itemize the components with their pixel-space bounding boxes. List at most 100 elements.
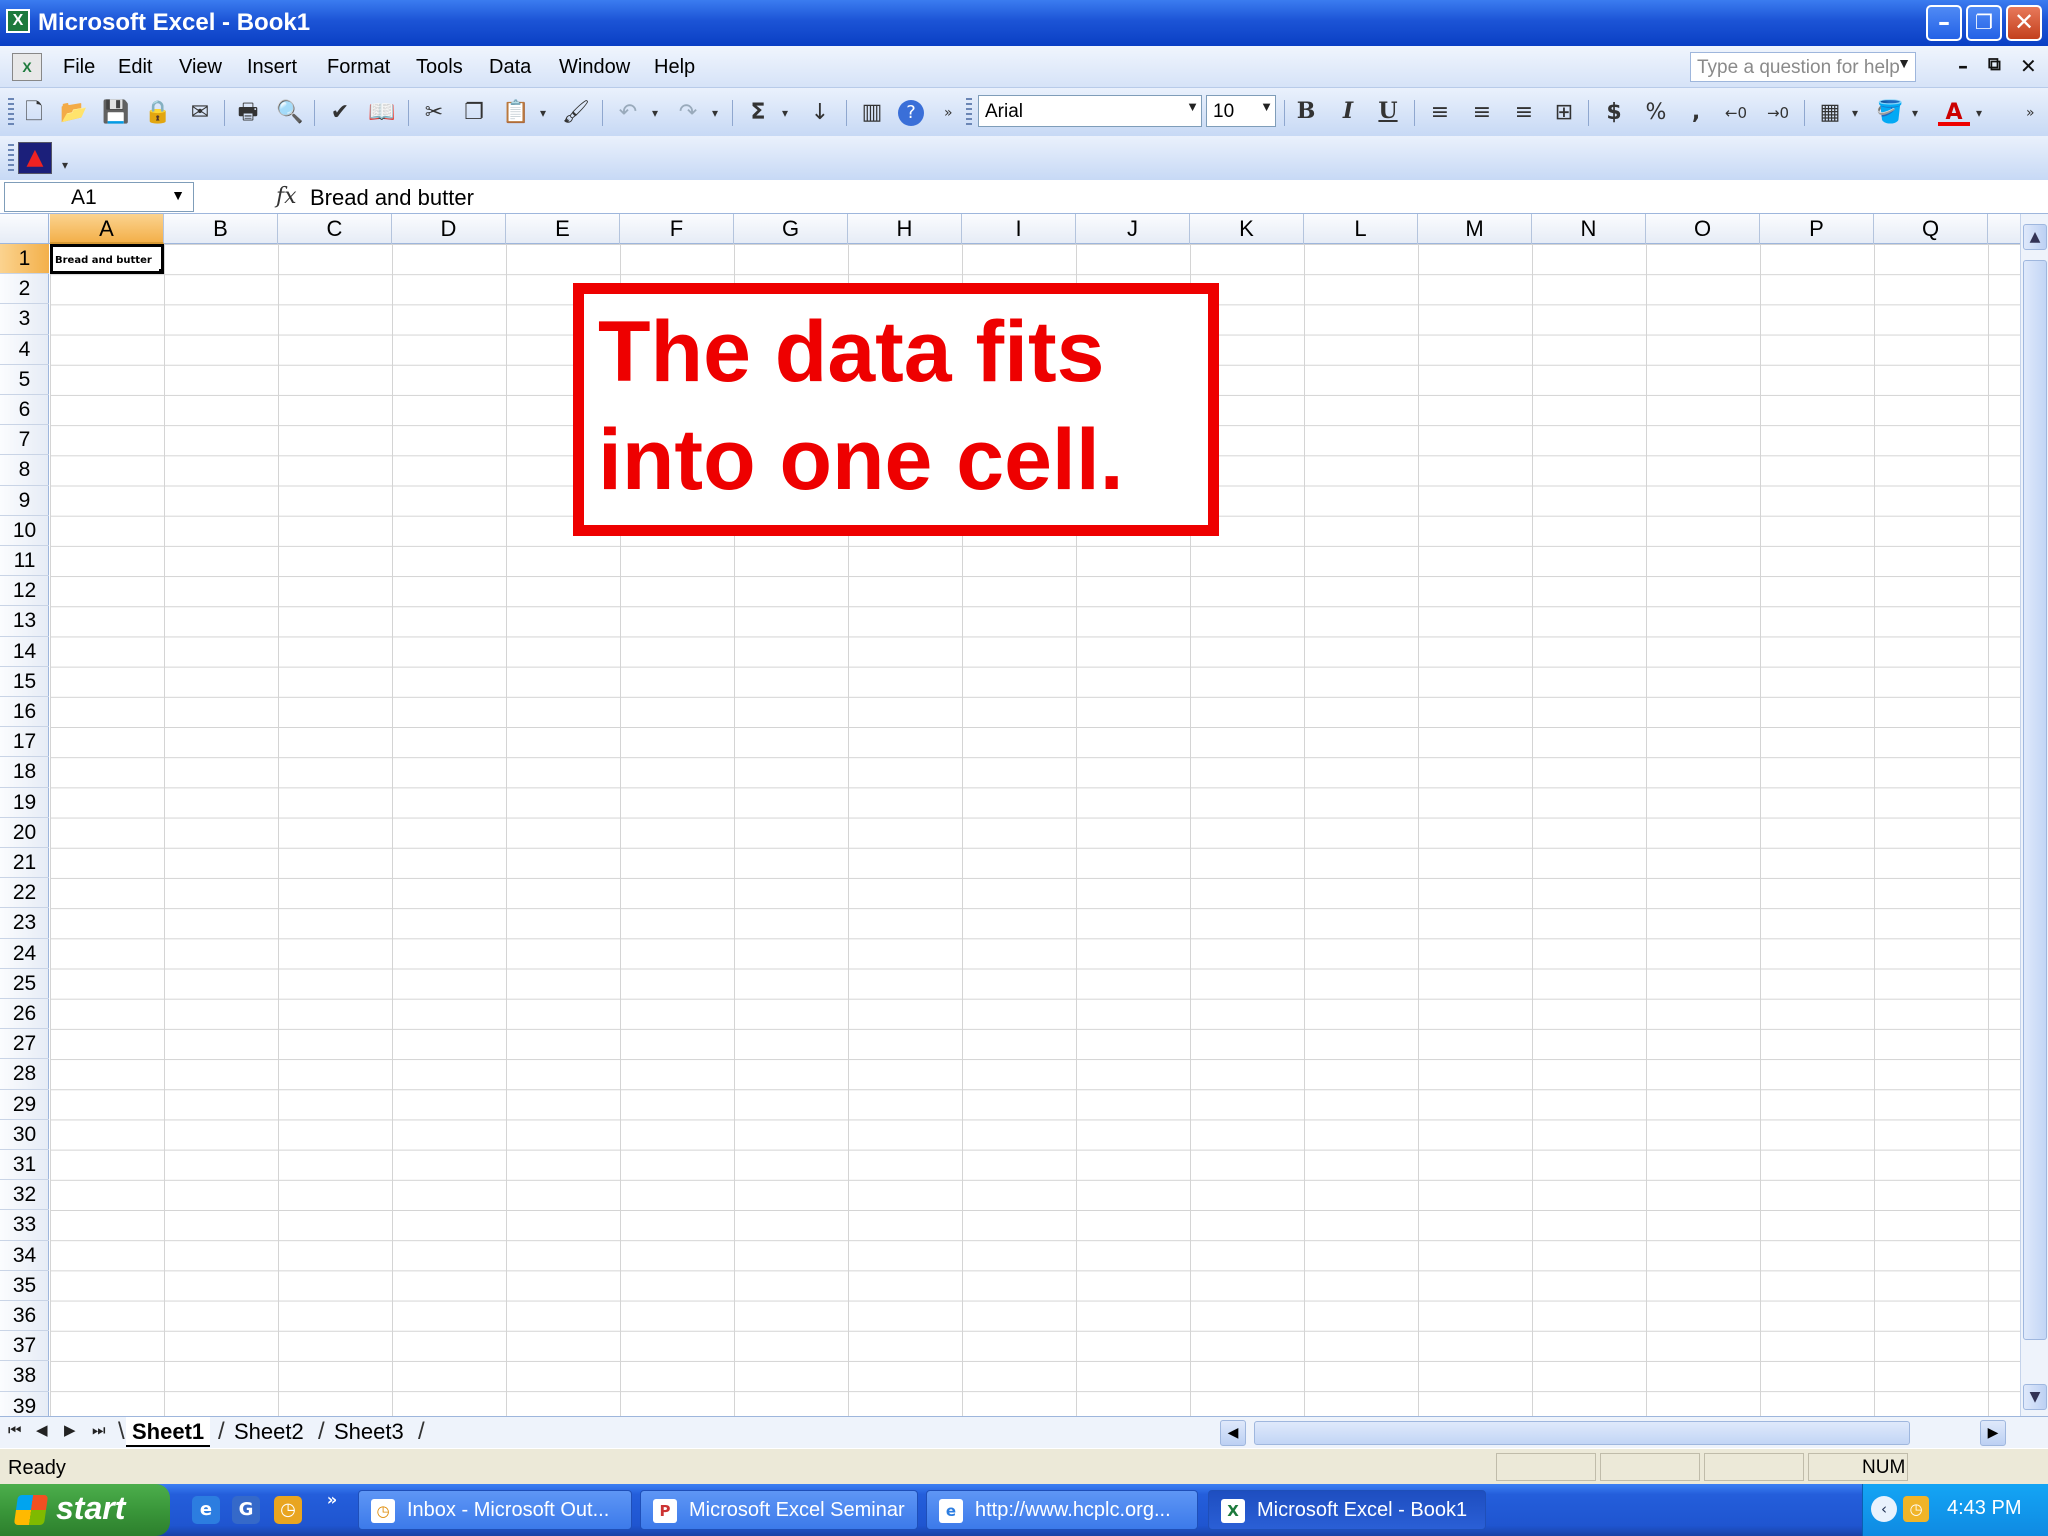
scroll-left-button[interactable]: ◀ <box>1220 1420 1246 1446</box>
column-header-j[interactable]: J <box>1076 214 1190 244</box>
scroll-up-button[interactable]: ▲ <box>2023 224 2047 250</box>
align-left-icon[interactable]: ≡ <box>1424 98 1456 128</box>
comma-style-icon[interactable]: , <box>1680 98 1712 128</box>
open-icon[interactable]: 📂 <box>58 98 90 128</box>
row-header-38[interactable]: 38 <box>0 1361 49 1392</box>
borders-icon[interactable]: ▦ <box>1814 98 1846 128</box>
save-icon[interactable]: 💾 <box>100 98 132 128</box>
doc-close-button[interactable]: ✕ <box>2020 54 2037 78</box>
vertical-scrollbar[interactable]: ▲ ▼ <box>2020 214 2048 1416</box>
undo-dropdown[interactable]: ▾ <box>652 98 658 128</box>
next-sheet-icon[interactable]: ▶ <box>64 1421 76 1439</box>
menu-format[interactable]: Format <box>327 56 390 79</box>
row-header-10[interactable]: 10 <box>0 516 49 546</box>
column-header-g[interactable]: G <box>734 214 848 244</box>
tab-sheet3[interactable]: Sheet3 <box>328 1417 410 1447</box>
toolbar-options-chevron-icon[interactable]: ▾ <box>62 150 68 180</box>
toolbar-grip[interactable] <box>8 144 14 174</box>
print-preview-icon[interactable]: 🔍 <box>274 98 306 128</box>
row-header-7[interactable]: 7 <box>0 425 49 456</box>
new-icon[interactable]: 🗋 <box>18 98 50 128</box>
column-header-l[interactable]: L <box>1304 214 1418 244</box>
row-header-13[interactable]: 13 <box>0 606 49 637</box>
cell-a1[interactable]: Bread and butter <box>50 244 164 274</box>
paste-icon[interactable]: 📋 <box>500 98 532 128</box>
increase-decimal-icon[interactable]: ←0 <box>1720 98 1752 128</box>
row-header-18[interactable]: 18 <box>0 757 49 788</box>
quicklaunch-app-icon[interactable]: G <box>232 1496 260 1524</box>
restore-button[interactable]: ❐ <box>1966 5 2002 41</box>
decrease-decimal-icon[interactable]: →0 <box>1762 98 1794 128</box>
row-header-30[interactable]: 30 <box>0 1120 49 1150</box>
redo-dropdown[interactable]: ▾ <box>712 98 718 128</box>
column-header-c[interactable]: C <box>278 214 392 244</box>
internet-explorer-icon[interactable]: e <box>192 1496 220 1524</box>
fill-handle[interactable] <box>159 269 161 271</box>
column-header-m[interactable]: M <box>1418 214 1532 244</box>
toolbar-grip[interactable] <box>8 98 14 128</box>
font-size-select[interactable]: 10 ▼ <box>1206 95 1276 127</box>
doc-minimize-button[interactable]: – <box>1958 54 1968 78</box>
autosum-dropdown[interactable]: ▾ <box>782 98 788 128</box>
toolbar-options-chevron-icon[interactable]: » <box>2026 98 2035 128</box>
select-all-corner[interactable] <box>0 214 49 244</box>
row-header-8[interactable]: 8 <box>0 455 49 486</box>
row-header-20[interactable]: 20 <box>0 818 49 848</box>
formula-input[interactable]: Bread and butter <box>310 185 474 211</box>
row-header-31[interactable]: 31 <box>0 1150 49 1181</box>
font-color-dropdown[interactable]: ▾ <box>1976 98 1982 128</box>
menu-file[interactable]: File <box>63 56 95 79</box>
first-sheet-icon[interactable]: ⏮ <box>8 1421 22 1439</box>
font-name-select[interactable]: Arial ▼ <box>978 95 1202 127</box>
bold-button[interactable]: B <box>1290 98 1322 128</box>
task-excel-book1[interactable]: X Microsoft Excel - Book1 <box>1208 1490 1486 1530</box>
format-painter-icon[interactable]: 🖌 <box>560 98 592 128</box>
row-header-29[interactable]: 29 <box>0 1090 49 1120</box>
task-powerpoint-seminar[interactable]: P Microsoft Excel Seminar <box>640 1490 918 1530</box>
row-header-39[interactable]: 39 <box>0 1392 49 1416</box>
row-header-16[interactable]: 16 <box>0 697 49 728</box>
workbook-control-icon[interactable]: X <box>12 53 42 81</box>
italic-button[interactable]: I <box>1332 98 1364 128</box>
addin-icon[interactable]: ▲ <box>18 142 52 174</box>
menu-window[interactable]: Window <box>559 56 630 79</box>
chevron-down-icon[interactable]: ▼ <box>1260 99 1273 114</box>
row-header-1[interactable]: 1 <box>0 244 49 275</box>
row-header-12[interactable]: 12 <box>0 576 49 607</box>
sort-ascending-icon[interactable]: ↓ <box>804 98 836 128</box>
row-header-24[interactable]: 24 <box>0 939 49 969</box>
row-header-28[interactable]: 28 <box>0 1059 49 1090</box>
menu-view[interactable]: View <box>179 56 222 79</box>
vertical-scroll-thumb[interactable] <box>2023 260 2047 1340</box>
row-header-14[interactable]: 14 <box>0 637 49 667</box>
row-header-34[interactable]: 34 <box>0 1241 49 1271</box>
redo-icon[interactable]: ↷ <box>672 98 704 128</box>
help-icon[interactable]: ? <box>898 100 924 126</box>
row-header-4[interactable]: 4 <box>0 335 49 365</box>
row-header-5[interactable]: 5 <box>0 365 49 395</box>
column-header-f[interactable]: F <box>620 214 734 244</box>
row-header-11[interactable]: 11 <box>0 546 49 577</box>
clock[interactable]: 4:43 PM <box>1947 1497 2021 1520</box>
minimize-button[interactable]: – <box>1926 5 1962 41</box>
chart-wizard-icon[interactable]: ▥ <box>856 98 888 128</box>
horizontal-scroll-thumb[interactable] <box>1254 1421 1910 1445</box>
column-header-h[interactable]: H <box>848 214 962 244</box>
row-header-21[interactable]: 21 <box>0 848 49 879</box>
autosum-icon[interactable]: Σ <box>742 98 774 128</box>
row-header-22[interactable]: 22 <box>0 878 49 909</box>
percent-icon[interactable]: % <box>1640 98 1672 128</box>
fill-color-icon[interactable]: 🪣 <box>1874 98 1906 128</box>
outlook-tray-icon[interactable]: ◷ <box>1903 1496 1929 1522</box>
research-icon[interactable]: 📖 <box>366 98 398 128</box>
menu-edit[interactable]: Edit <box>118 56 152 79</box>
row-header-35[interactable]: 35 <box>0 1271 49 1301</box>
scroll-down-button[interactable]: ▼ <box>2023 1384 2047 1410</box>
column-header-e[interactable]: E <box>506 214 620 244</box>
chevron-down-icon[interactable]: ▼ <box>171 187 185 203</box>
menu-insert[interactable]: Insert <box>247 56 297 79</box>
toolbar-options-chevron-icon[interactable]: » <box>944 98 953 128</box>
align-right-icon[interactable]: ≡ <box>1508 98 1540 128</box>
show-hidden-icons-icon[interactable]: ‹ <box>1871 1496 1897 1522</box>
row-header-6[interactable]: 6 <box>0 395 49 426</box>
